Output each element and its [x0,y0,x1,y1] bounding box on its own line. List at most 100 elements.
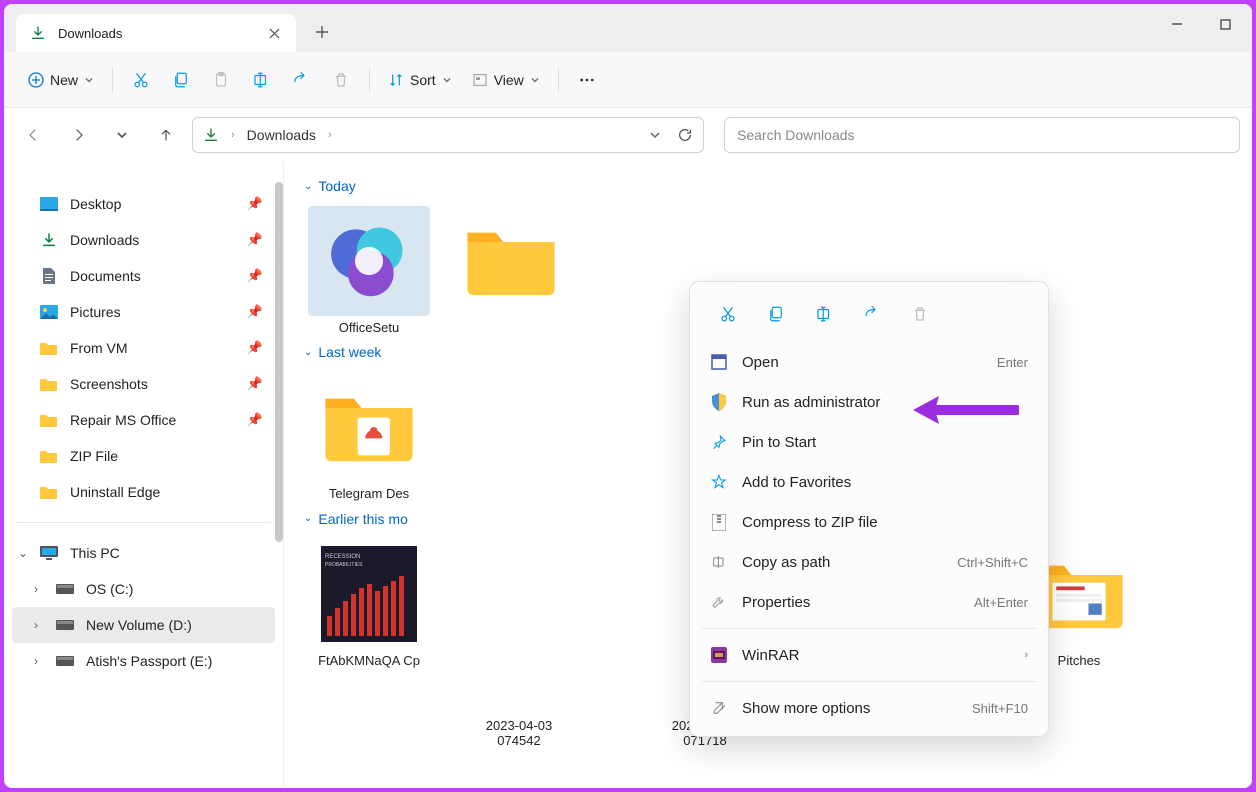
share-button[interactable] [283,62,319,98]
sidebar-label: Desktop [70,196,121,212]
scrollbar[interactable] [275,182,283,542]
pin-icon: 📌 [247,376,263,392]
sidebar-label: From VM [70,340,128,356]
rename-button[interactable] [243,62,279,98]
titlebar: Downloads [4,4,1252,52]
chevron-right-icon[interactable]: › [231,129,235,141]
sidebar-item-repair[interactable]: Repair MS Office 📌 [12,402,275,438]
ctx-open[interactable]: Open Enter [698,342,1040,382]
star-icon [710,473,728,491]
sidebar-label: Uninstall Edge [70,484,160,500]
drive-icon [56,652,74,670]
tab-title: Downloads [58,26,122,41]
file-chart[interactable]: RECESSIONPROBABILITIES FtAbKMNaQA Cp [304,535,434,690]
ctx-zip[interactable]: Compress to ZIP file [698,502,1040,542]
new-button[interactable]: New [20,62,102,98]
back-button[interactable] [16,117,52,153]
chevron-down-icon[interactable]: ⌄ [18,546,32,560]
folder-icon [40,339,58,357]
sidebar-label: New Volume (D:) [86,617,192,633]
tab-downloads[interactable]: Downloads [16,14,296,52]
cut-button[interactable] [123,62,159,98]
rename-button[interactable] [802,296,846,332]
sidebar-item-screenshots[interactable]: Screenshots 📌 [12,366,275,402]
delete-button[interactable] [898,296,942,332]
copy-path-icon [710,553,728,571]
ctx-pin[interactable]: Pin to Start [698,422,1040,462]
cut-button[interactable] [706,296,750,332]
body: Desktop 📌 Downloads 📌 Documents 📌 Pictur… [4,162,1252,788]
up-button[interactable] [148,117,184,153]
explorer-window: Downloads New Sort [4,4,1252,788]
address-field[interactable]: › Downloads › [192,117,704,153]
open-icon [710,353,728,371]
forward-button[interactable] [60,117,96,153]
file-telegram[interactable]: Telegram Des [304,368,434,506]
copy-button[interactable] [754,296,798,332]
document-icon [40,267,58,285]
ctx-runas[interactable]: Run as administrator [698,382,1040,422]
sidebar-item-drive-e[interactable]: › Atish's Passport (E:) [12,643,275,679]
chevron-right-icon[interactable]: › [34,654,48,668]
chevron-right-icon[interactable]: › [34,618,48,632]
view-button[interactable]: View [464,62,548,98]
download-icon [30,25,46,41]
pin-icon: 📌 [247,196,263,212]
sidebar-item-downloads[interactable]: Downloads 📌 [12,222,275,258]
pin-icon: 📌 [247,268,263,284]
download-icon [40,231,58,249]
chevron-right-icon: › [1024,649,1028,661]
file-officesetup[interactable]: OfficeSetu [304,202,434,340]
sidebar-label: Pictures [70,304,121,320]
section-today[interactable]: ⌄Today [304,178,1232,194]
window-controls [1154,8,1248,40]
ctx-properties[interactable]: Properties Alt+Enter [698,582,1040,622]
sidebar-item-zip[interactable]: ZIP File [12,438,275,474]
sidebar-label: OS (C:) [86,581,133,597]
sidebar-item-documents[interactable]: Documents 📌 [12,258,275,294]
sidebar-item-drive-c[interactable]: › OS (C:) [12,571,275,607]
winrar-icon [710,646,728,664]
new-tab-button[interactable] [304,14,340,50]
breadcrumb-item[interactable]: Downloads [247,127,316,143]
sidebar-label: Documents [70,268,141,284]
paste-button[interactable] [203,62,239,98]
chart-thumbnail: RECESSIONPROBABILITIES [321,546,417,642]
chevron-right-icon[interactable]: › [328,129,332,141]
sidebar-item-pictures[interactable]: Pictures 📌 [12,294,275,330]
ctx-copypath[interactable]: Copy as path Ctrl+Shift+C [698,542,1040,582]
minimize-button[interactable] [1154,8,1200,40]
content-pane: ⌄Today OfficeSetu [284,162,1252,788]
refresh-button[interactable] [677,127,693,143]
drive-icon [56,580,74,598]
more-icon [710,699,728,717]
shield-icon [710,393,728,411]
chevron-down-icon[interactable] [649,129,661,141]
pin-icon: 📌 [247,340,263,356]
more-button[interactable] [569,62,605,98]
copy-button[interactable] [163,62,199,98]
close-icon[interactable] [266,25,282,41]
search-input[interactable] [737,127,1227,143]
svg-text:RECESSION: RECESSION [325,554,360,560]
folder-icon [40,447,58,465]
share-button[interactable] [850,296,894,332]
sidebar-item-drive-d[interactable]: › New Volume (D:) [12,607,275,643]
search-field[interactable] [724,117,1240,153]
ctx-more[interactable]: Show more options Shift+F10 [698,688,1040,728]
sidebar-item-uninstall[interactable]: Uninstall Edge [12,474,275,510]
ctx-fav[interactable]: Add to Favorites [698,462,1040,502]
recent-button[interactable] [104,117,140,153]
sort-button[interactable]: Sort [380,62,460,98]
chevron-right-icon[interactable]: › [34,582,48,596]
folder-icon [463,225,559,297]
sidebar-label: ZIP File [70,448,118,464]
sidebar-item-desktop[interactable]: Desktop 📌 [12,186,275,222]
file-folder[interactable] [446,202,576,340]
context-menu: Open Enter Run as administrator Pin to S… [689,281,1049,737]
maximize-button[interactable] [1202,8,1248,40]
sidebar-item-thispc[interactable]: ⌄ This PC [12,535,275,571]
delete-button[interactable] [323,62,359,98]
sidebar-item-fromvm[interactable]: From VM 📌 [12,330,275,366]
ctx-winrar[interactable]: WinRAR › [698,635,1040,675]
